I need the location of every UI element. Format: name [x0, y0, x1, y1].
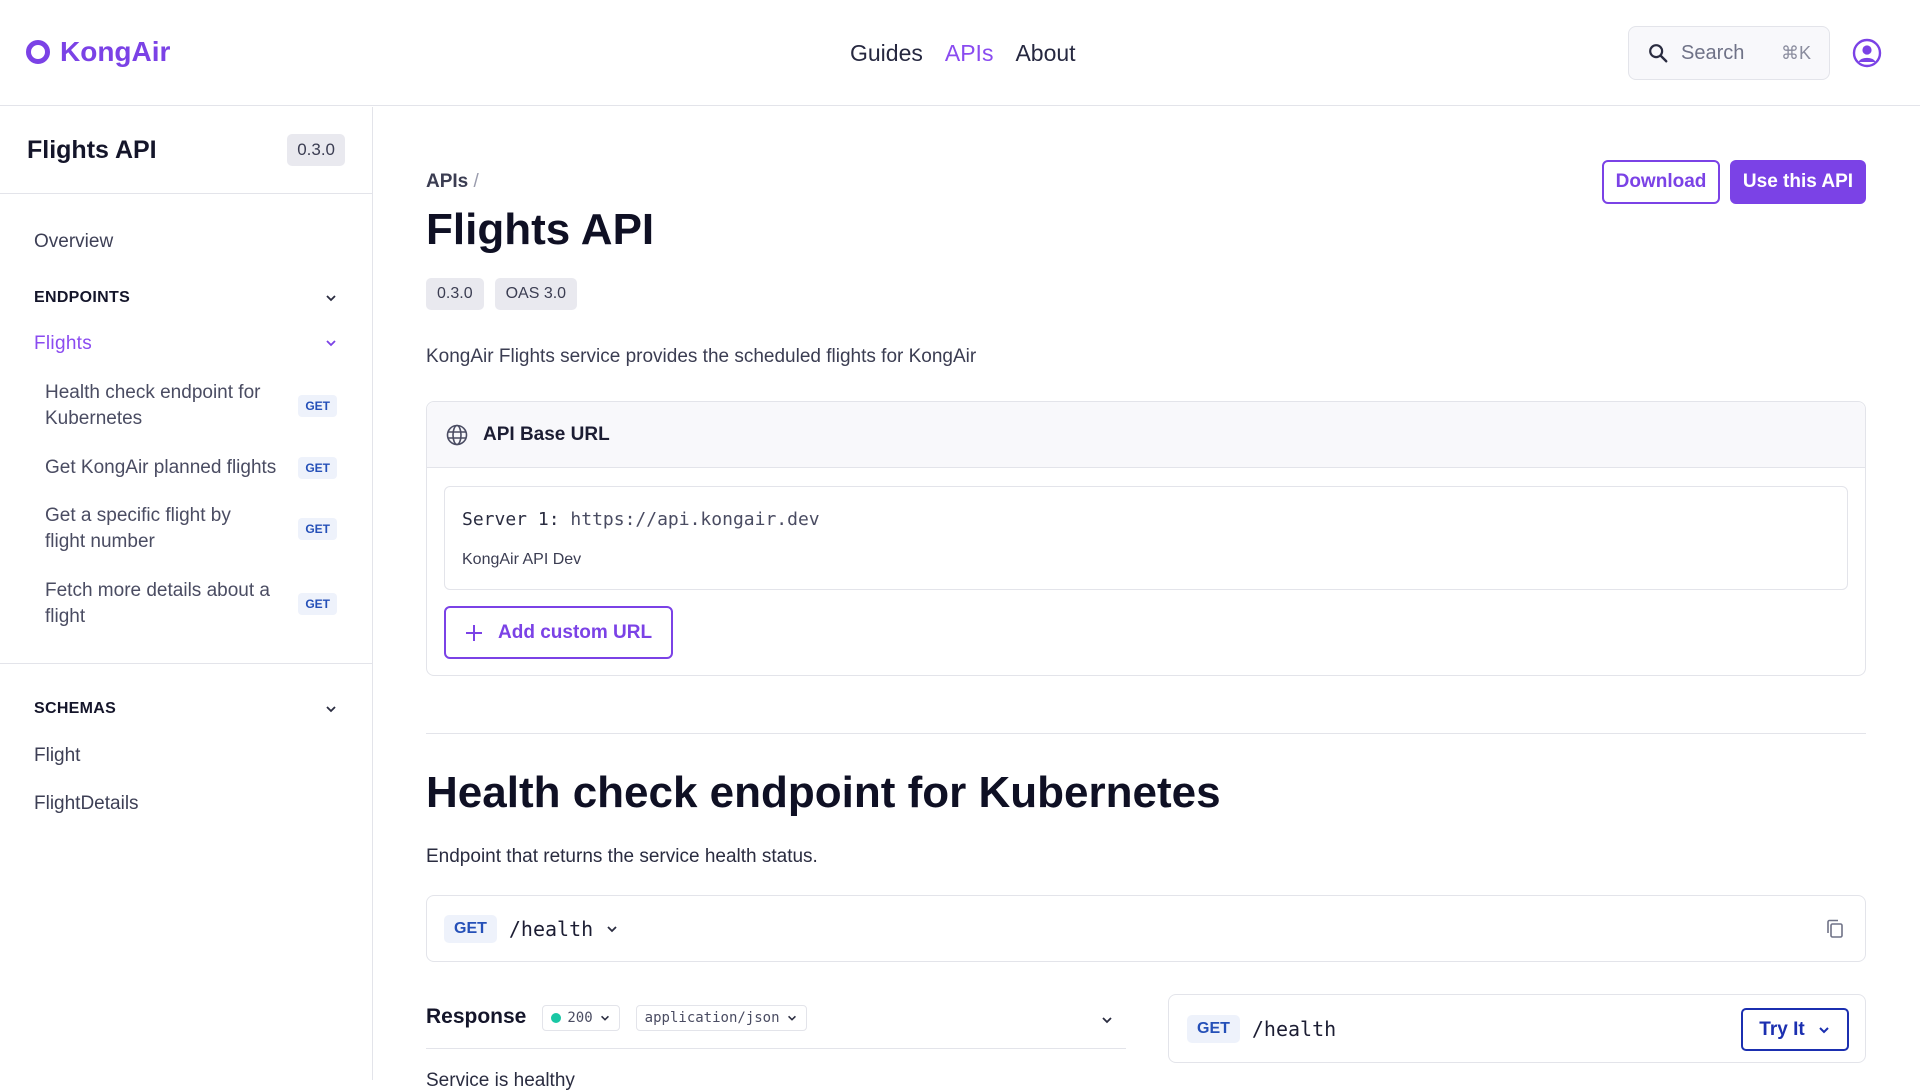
brand-logo[interactable]: KongAir	[26, 36, 170, 68]
flights-group-toggle[interactable]: Flights	[34, 333, 338, 355]
sidebar-item-schema-flight[interactable]: Flight	[34, 745, 80, 767]
method-tag: GET	[298, 518, 337, 540]
endpoint-path[interactable]: /health	[509, 917, 593, 941]
response-title: Response	[426, 1005, 527, 1028]
api-badges: 0.3.0 OAS 3.0	[426, 278, 578, 310]
server-line: Server 1: https://api.kongair.dev	[462, 509, 820, 530]
server-url: https://api.kongair.dev	[570, 509, 820, 530]
sidebar-endpoint-health[interactable]: Health check endpoint for Kubernetes GET	[45, 380, 337, 432]
endpoint-title: Health check endpoint for Kubernetes	[426, 768, 1221, 817]
kongair-logo-icon	[26, 40, 50, 64]
schemas-section-toggle[interactable]: SCHEMAS	[34, 700, 338, 718]
method-tag: GET	[298, 395, 337, 417]
search-button[interactable]: Search ⌘K	[1628, 26, 1830, 80]
nav-apis[interactable]: APIs	[945, 40, 994, 67]
api-description: KongAir Flights service provides the sch…	[426, 346, 977, 367]
page-title: Flights API	[426, 205, 655, 254]
endpoints-section-toggle[interactable]: ENDPOINTS	[34, 289, 338, 307]
chevron-down-icon	[600, 1015, 609, 1021]
sidebar-item-schema-flightdetails[interactable]: FlightDetails	[34, 793, 139, 815]
server-description: KongAir API Dev	[462, 551, 582, 568]
breadcrumb: APIs /	[426, 171, 479, 193]
sidebar-endpoint-planned-flights[interactable]: Get KongAir planned flights GET	[45, 455, 337, 481]
brand-name: KongAir	[60, 36, 171, 67]
oas-badge: OAS 3.0	[494, 278, 578, 310]
chevron-down-icon	[326, 295, 336, 302]
download-button[interactable]: Download	[1602, 160, 1720, 204]
content-type: application/json	[644, 1010, 780, 1026]
endpoint-label: Get a specific flight by flight number	[45, 505, 231, 552]
version-badge: 0.3.0	[287, 134, 345, 166]
chevron-down-icon[interactable]	[605, 922, 619, 936]
user-avatar-icon[interactable]	[1852, 38, 1882, 68]
method-badge: GET	[1187, 1014, 1240, 1043]
use-api-button[interactable]: Use this API	[1730, 160, 1866, 204]
chevron-down-icon	[1818, 1026, 1829, 1033]
add-custom-url-button[interactable]: Add custom URL	[444, 606, 673, 659]
chevron-down-icon	[787, 1015, 796, 1021]
method-tag: GET	[298, 457, 337, 479]
server-label: Server 1:	[462, 509, 560, 530]
globe-icon	[446, 424, 468, 445]
sidebar-endpoint-flight-details[interactable]: Fetch more details about a flight GET	[45, 578, 337, 630]
endpoint-path-bar: GET /health	[426, 895, 1866, 962]
schemas-heading: SCHEMAS	[34, 700, 117, 717]
base-url-title: API Base URL	[483, 423, 610, 445]
breadcrumb-apis-link[interactable]: APIs	[426, 171, 468, 192]
response-description: Service is healthy	[426, 1070, 575, 1091]
chevron-down-icon	[326, 340, 336, 347]
add-custom-url-label: Add custom URL	[498, 621, 653, 643]
version-badge: 0.3.0	[426, 278, 484, 310]
endpoint-label: Health check endpoint for Kubernetes	[45, 382, 261, 429]
sidebar-divider	[0, 663, 373, 664]
top-nav: Guides APIs About	[850, 40, 1076, 67]
base-url-header: API Base URL	[427, 402, 1865, 468]
try-it-label: Try It	[1759, 1018, 1805, 1040]
nav-guides[interactable]: Guides	[850, 40, 923, 67]
endpoint-label: Get KongAir planned flights	[45, 457, 277, 478]
sidebar-header: Flights API 0.3.0	[0, 107, 372, 194]
plus-icon	[466, 624, 482, 641]
flights-group-label: Flights	[34, 333, 93, 354]
method-badge: GET	[444, 914, 497, 943]
search-shortcut: ⌘K	[1780, 42, 1811, 63]
breadcrumb-separator: /	[473, 171, 479, 192]
endpoint-label: Fetch more details about a flight	[45, 580, 270, 627]
nav-about[interactable]: About	[1015, 40, 1075, 67]
section-divider	[426, 733, 1866, 734]
server-option[interactable]: Server 1: https://api.kongair.dev KongAi…	[444, 486, 1848, 590]
endpoints-heading: ENDPOINTS	[34, 289, 131, 306]
try-path: /health	[1251, 1016, 1337, 1041]
content-type-select[interactable]: application/json	[635, 1005, 807, 1031]
try-it-panel: GET /health Try It	[1168, 994, 1866, 1063]
sidebar-endpoint-specific-flight[interactable]: Get a specific flight by flight number G…	[45, 503, 337, 555]
sidebar-item-overview[interactable]: Overview	[34, 231, 113, 253]
status-code-select[interactable]: 200	[542, 1005, 620, 1031]
status-code: 200	[567, 1010, 593, 1026]
api-base-url-panel: API Base URL Server 1: https://api.konga…	[426, 401, 1866, 676]
copy-icon[interactable]	[1825, 918, 1845, 940]
method-tag: GET	[298, 593, 337, 615]
search-icon	[1649, 44, 1668, 63]
search-label: Search	[1681, 41, 1745, 64]
top-header: KongAir Guides APIs About Search ⌘K	[0, 0, 1920, 106]
sidebar: Flights API 0.3.0 Overview ENDPOINTS Fli…	[0, 107, 373, 1080]
try-it-button[interactable]: Try It	[1741, 1008, 1849, 1051]
status-dot	[551, 1013, 562, 1023]
response-header: Response 200 application/json	[426, 1005, 1126, 1049]
endpoint-description: Endpoint that returns the service health…	[426, 846, 818, 867]
chevron-down-icon[interactable]	[1100, 1013, 1114, 1027]
chevron-down-icon	[326, 706, 336, 713]
sidebar-title: Flights API	[27, 135, 157, 164]
